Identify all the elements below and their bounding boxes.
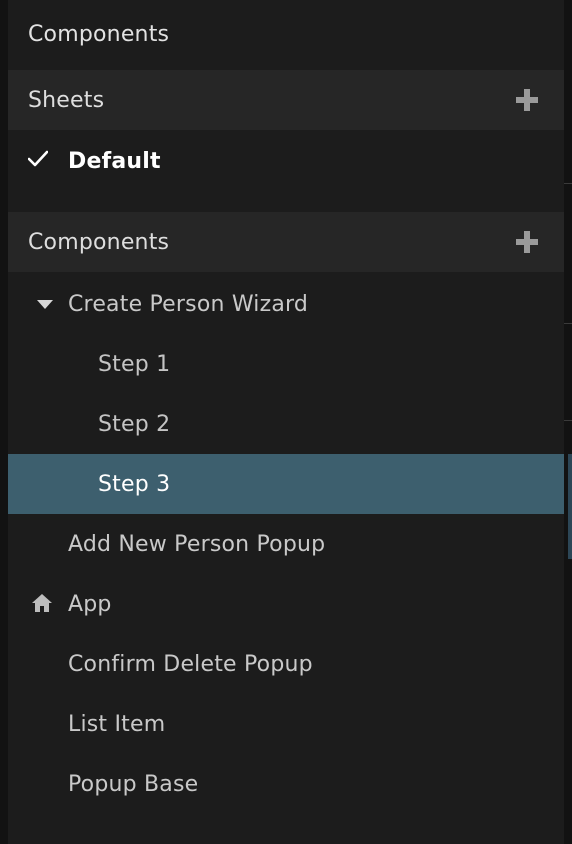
sheets-header-label: Sheets: [28, 87, 105, 113]
selection-indicator: [568, 454, 572, 559]
adjacent-panel-edge: [564, 0, 572, 844]
app-window: Components Sheets Default Components Cre…: [0, 0, 572, 844]
tree-item-label: Popup Base: [68, 771, 199, 797]
left-edge-border: [0, 0, 8, 844]
components-header-label: Components: [28, 229, 170, 255]
tree-item-confirm-delete-popup[interactable]: Confirm Delete Popup: [8, 634, 564, 694]
tree-item-label: List Item: [68, 711, 166, 737]
tree-item-label: Confirm Delete Popup: [68, 651, 313, 677]
tree-item-popup-base[interactable]: Popup Base: [8, 754, 564, 814]
add-component-plus-icon[interactable]: [516, 231, 538, 253]
tree-item-label: Step 1: [98, 351, 171, 377]
tree-item-label: Step 3: [98, 471, 171, 497]
divider: [564, 323, 572, 324]
tree-item-step-2[interactable]: Step 2: [8, 394, 564, 454]
panel-title: Components: [28, 21, 170, 47]
tree-item-step-3[interactable]: Step 3: [8, 454, 564, 514]
tree-item-label: Step 2: [98, 411, 171, 437]
tree-item-list-item[interactable]: List Item: [8, 694, 564, 754]
tree-group-create-person-wizard[interactable]: Create Person Wizard: [8, 274, 564, 334]
add-sheet-plus-icon[interactable]: [516, 89, 538, 111]
divider: [564, 420, 572, 421]
caret-down-icon[interactable]: [37, 300, 53, 309]
sheet-item-default[interactable]: Default: [8, 131, 564, 191]
tree-item-add-new-person-popup[interactable]: Add New Person Popup: [8, 514, 564, 574]
tree-item-app[interactable]: App: [8, 574, 564, 634]
tree-item-label: App: [68, 591, 112, 617]
divider: [564, 183, 572, 184]
home-icon: [32, 594, 52, 612]
sheet-item-label: Default: [68, 148, 161, 174]
components-panel: Components Sheets Default Components Cre…: [8, 0, 564, 844]
tree-group-label: Create Person Wizard: [68, 291, 309, 317]
checkmark-icon: [28, 150, 48, 167]
tree-item-label: Add New Person Popup: [68, 531, 326, 557]
components-section-header: Components: [8, 212, 564, 272]
sheets-section-header: Sheets: [8, 70, 564, 130]
tree-item-step-1[interactable]: Step 1: [8, 334, 564, 394]
